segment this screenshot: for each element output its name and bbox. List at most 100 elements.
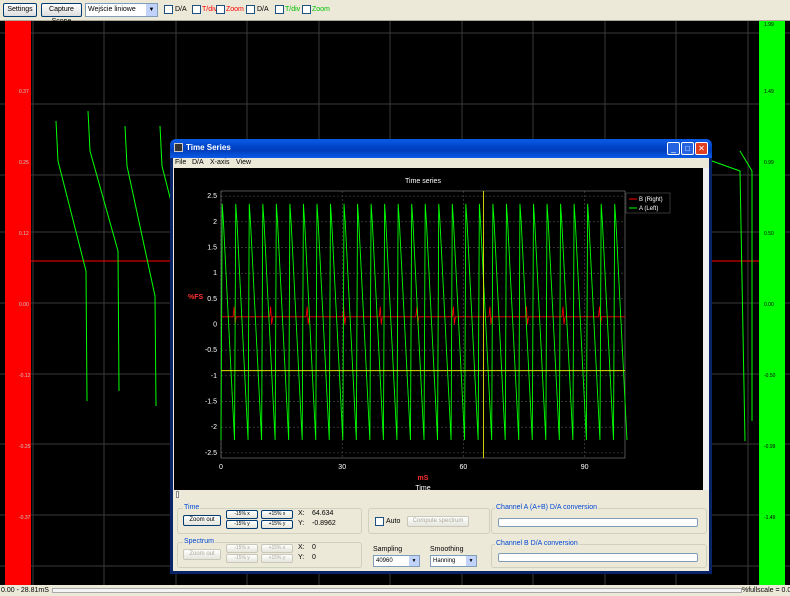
ch2-tdiv-checkbox[interactable]	[275, 5, 284, 14]
y-tick-label: 1.5	[207, 244, 217, 251]
right-scale-label: 0.50	[764, 231, 774, 237]
time-series-window: Time Series _ □ ✕ File D/A X-axis View T…	[170, 139, 712, 574]
input-source-select[interactable]: Wejście liniowe ▼	[85, 3, 158, 17]
app-icon	[174, 143, 183, 152]
status-bar: 0.00 - 28.81mS %fullscale = 0.00	[0, 585, 790, 596]
time-group: Time Zoom out -15% x +15% x -15% y +15% …	[177, 504, 362, 534]
legend-label: A (Left)	[639, 206, 658, 212]
time-group-label: Time	[183, 504, 201, 511]
channel-ab-label: Channel A (A+B) D/A conversion	[495, 504, 598, 511]
spectrum-y-plus-button[interactable]: +15% y	[261, 554, 293, 563]
spectrum-x-label: X:	[298, 544, 305, 551]
close-icon: ✕	[698, 144, 705, 153]
channel-ab-group: Channel A (A+B) D/A conversion	[491, 504, 707, 534]
time-zoom-out-button[interactable]: Zoom out	[183, 515, 221, 526]
ch2-tdiv-label: T/div	[285, 6, 301, 13]
y-tick-label: 2.5	[207, 193, 217, 200]
spectrum-x-minus-button[interactable]: -15% x	[226, 544, 258, 553]
ch1-tdiv-checkbox[interactable]	[192, 5, 201, 14]
channel-ab-progress	[498, 518, 698, 527]
window-titlebar[interactable]: Time Series _ □ ✕	[170, 139, 712, 158]
time-y-value: -0.8962	[312, 520, 336, 527]
right-scale-label: -0.50	[764, 373, 776, 379]
chevron-down-icon: ▼	[146, 4, 157, 16]
spectrum-zoom-out-button[interactable]: Zoom out	[183, 549, 221, 560]
channel-b-label: Channel B D/A conversion	[495, 540, 579, 547]
minimize-icon: _	[671, 144, 676, 153]
ch2-zoom-checkbox[interactable]	[302, 5, 311, 14]
ch2-da-checkbox[interactable]	[246, 5, 255, 14]
menu-x-axis[interactable]: X-axis	[210, 159, 229, 166]
capture-scope-button[interactable]: Capture Scope	[41, 3, 82, 25]
spectrum-group-label: Spectrum	[183, 538, 215, 545]
y-tick-label: 1	[213, 270, 217, 277]
time-y-plus-button[interactable]: +15% y	[261, 520, 293, 529]
spectrum-x-plus-button[interactable]: +15% x	[261, 544, 293, 553]
menu-da[interactable]: D/A	[192, 159, 204, 166]
time-y-minus-button[interactable]: -15% y	[226, 520, 258, 529]
sampling-value: 40960	[376, 558, 393, 564]
plot-scrollbar[interactable]	[703, 168, 709, 490]
ch1-tdiv-label: T/div	[202, 6, 218, 13]
y-axis-label: %FS	[188, 294, 204, 301]
y-tick-label: 2	[213, 219, 217, 226]
splitter-grip[interactable]	[176, 491, 179, 498]
right-scale-top: 1.99	[764, 22, 774, 28]
auto-label: Auto	[386, 518, 401, 525]
y-tick-label: -0.5	[205, 347, 217, 354]
left-scale-label: 0.00	[19, 302, 29, 308]
y-tick-label: 0.5	[207, 296, 217, 303]
window-title: Time Series	[186, 143, 231, 152]
time-x-minus-button[interactable]: -15% x	[226, 510, 258, 519]
smoothing-label: Smoothing	[430, 546, 464, 553]
time-range-status: 0.00 - 28.81mS	[1, 587, 49, 594]
ch1-da-label: D/A	[175, 6, 187, 13]
smoothing-value: Hanning	[433, 558, 456, 564]
maximize-button[interactable]: □	[681, 142, 694, 155]
ch2-zoom-label: Zoom	[312, 6, 330, 13]
smoothing-select[interactable]: Hanning ▼	[430, 555, 477, 567]
compute-spectrum-button[interactable]: Compute spectrum	[407, 516, 469, 527]
left-scale-label: 0.12	[19, 231, 29, 237]
ch1-da-checkbox[interactable]	[164, 5, 173, 14]
sampling-label: Sampling	[373, 546, 403, 553]
spectrum-group: Spectrum Zoom out -15% x +15% x -15% y +…	[177, 538, 362, 568]
x-tick-label: 90	[581, 464, 589, 471]
scope-scrollbar[interactable]	[52, 588, 742, 593]
scope-right-trace	[711, 150, 753, 442]
x-axis-unit: mS	[418, 475, 429, 482]
time-series-plot[interactable]: Time series 2.5 2 1.5 1 0.5 0 -0.5 -1 -1.5 -2 -2.5 0…	[174, 168, 703, 490]
right-scale-label: -1.49	[764, 515, 776, 521]
fullscale-status: %fullscale = 0.00	[742, 587, 790, 594]
close-button[interactable]: ✕	[695, 142, 708, 155]
chevron-down-icon: ▼	[466, 556, 476, 566]
x-axis-label: Time	[415, 485, 430, 490]
spectrum-y-minus-button[interactable]: -15% y	[226, 554, 258, 563]
spectrum-y-label: Y:	[298, 554, 305, 561]
left-scale-label: -0.25	[19, 444, 31, 450]
settings-button[interactable]: Settings	[3, 3, 37, 17]
y-tick-label: 0	[213, 322, 217, 329]
right-scale-label: -0.99	[764, 444, 776, 450]
menu-view[interactable]: View	[236, 159, 251, 166]
time-series-chart: Time series2.521.510.50-0.5-1-1.5-2-2.50…	[188, 178, 671, 490]
left-scale-label: -0.12	[19, 373, 31, 379]
x-tick-label: 0	[219, 464, 223, 471]
input-source-value: Wejście liniowe	[88, 6, 136, 13]
maximize-icon: □	[685, 144, 690, 153]
auto-checkbox[interactable]	[375, 517, 384, 526]
menu-bar: File D/A X-axis View	[173, 158, 709, 168]
time-x-plus-button[interactable]: +15% x	[261, 510, 293, 519]
menu-file[interactable]: File	[175, 159, 186, 166]
y-tick-label: -2	[211, 424, 217, 431]
ch1-zoom-label: Zoom	[226, 6, 244, 13]
minimize-button[interactable]: _	[667, 142, 680, 155]
spectrum-x-value: 0	[312, 544, 316, 551]
y-tick-label: -2.5	[205, 450, 217, 457]
chart-title: Time series	[405, 178, 441, 185]
right-scale-label: 0.00	[764, 302, 774, 308]
ch1-zoom-checkbox[interactable]	[216, 5, 225, 14]
chevron-down-icon: ▼	[409, 556, 419, 566]
sampling-select[interactable]: 40960 ▼	[373, 555, 420, 567]
time-x-label: X:	[298, 510, 305, 517]
